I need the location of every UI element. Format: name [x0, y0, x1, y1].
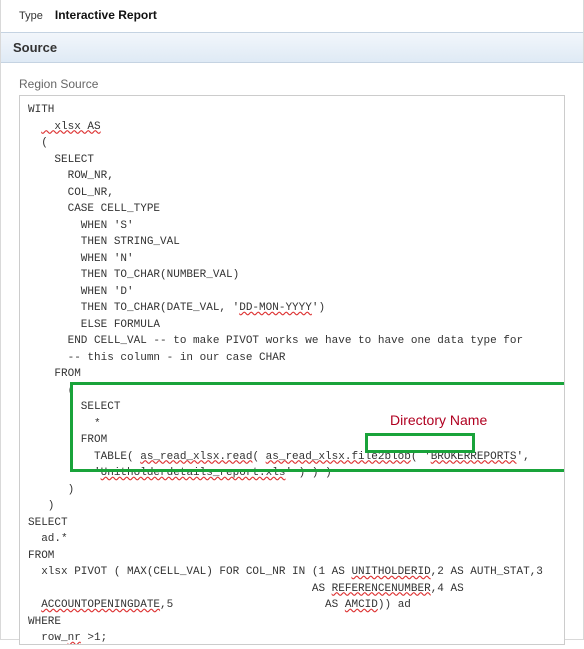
type-value: Interactive Report	[55, 8, 157, 22]
region-source-label: Region Source	[19, 77, 565, 91]
section-header-source: Source	[1, 32, 583, 63]
annotation-directory-name: Directory Name	[390, 410, 487, 431]
region-source-block: Region Source WITH xlsx AS ( SELECT ROW_…	[1, 63, 583, 649]
type-label: Type	[19, 10, 43, 22]
type-row: Type Interactive Report	[1, 0, 583, 32]
region-source-textarea[interactable]: WITH xlsx AS ( SELECT ROW_NR, COL_NR, CA…	[19, 95, 565, 645]
